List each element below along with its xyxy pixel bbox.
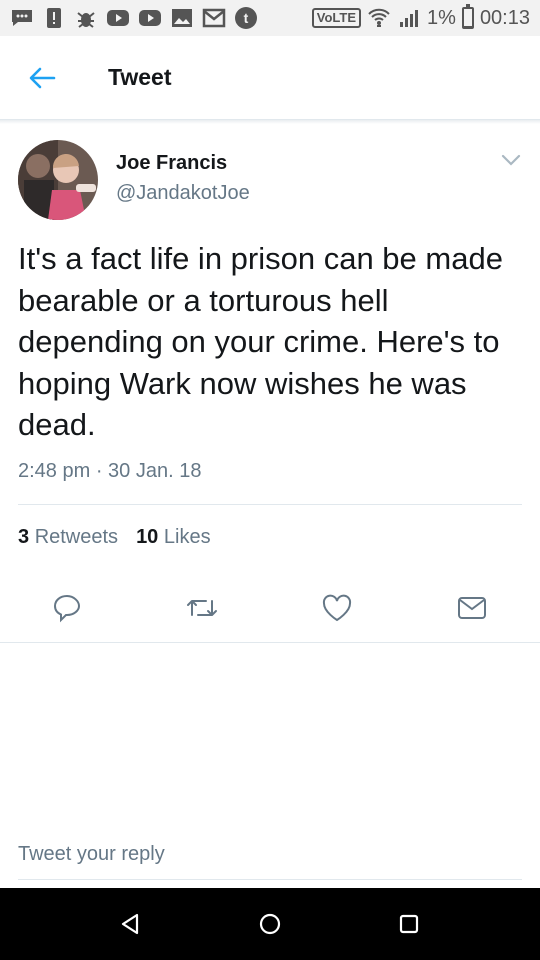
avatar[interactable]: [18, 140, 98, 220]
arrow-left-icon: [29, 67, 56, 88]
battery-level: [463, 26, 472, 27]
nav-back-button[interactable]: [112, 906, 148, 942]
battery-percent: 1%: [427, 6, 456, 29]
tweet-author: Joe Francis @JandakotJoe: [18, 140, 522, 224]
alert-icon: [42, 7, 66, 29]
nav-home-button[interactable]: [252, 906, 288, 942]
author-name[interactable]: Joe Francis: [116, 152, 227, 175]
volte-badge: VoLTE: [311, 8, 362, 28]
tumblr-icon: t: [234, 7, 258, 29]
youtube-icon: [106, 7, 130, 29]
retweet-icon: [187, 600, 217, 616]
gmail-icon: [202, 7, 226, 29]
retweets-stat[interactable]: 3 Retweets: [18, 526, 118, 549]
reply-button[interactable]: [44, 585, 90, 631]
likes-count: 10: [136, 526, 159, 548]
chevron-down-icon: [501, 154, 521, 166]
system-status: VoLTE 1% 00:13: [311, 4, 530, 30]
app-header: Tweet: [0, 36, 540, 120]
reply-box: [18, 838, 522, 880]
reply-icon: [53, 594, 81, 623]
reply-input[interactable]: [18, 838, 522, 870]
tweet-stats: 3 Retweets 10 Likes: [18, 526, 211, 549]
tweet-actions: [0, 585, 540, 631]
youtube-icon: [138, 7, 162, 29]
wifi-icon: [367, 7, 391, 29]
tweet-text: It's a fact life in prison can be made b…: [18, 241, 503, 442]
header-shadow: [0, 120, 540, 124]
envelope-icon: [458, 597, 486, 619]
status-bar: t VoLTE 1% 00:13: [0, 0, 540, 36]
actions-divider: [0, 642, 540, 643]
svg-text:t: t: [244, 10, 249, 26]
tweet-menu-button[interactable]: [500, 152, 522, 168]
back-button[interactable]: [0, 36, 84, 120]
likes-label: Likes: [163, 526, 211, 548]
navigation-bar: [0, 888, 540, 960]
notification-icons: t: [10, 7, 258, 29]
chat-icon: [10, 7, 34, 29]
tweet-timestamp: 2:48 pm · 30 Jan. 18: [18, 460, 202, 482]
circle-home-icon: [259, 913, 281, 935]
page-title: Tweet: [108, 64, 172, 90]
square-recents-icon: [399, 914, 419, 934]
clock: 00:13: [479, 6, 530, 29]
triangle-back-icon: [121, 913, 139, 935]
image-icon: [170, 7, 194, 29]
author-handle[interactable]: @JandakotJoe: [116, 182, 250, 205]
like-button[interactable]: [314, 585, 360, 631]
bug-icon: [74, 7, 98, 29]
battery-icon: [461, 4, 474, 29]
retweets-count: 3: [18, 526, 30, 548]
heart-icon: [322, 594, 352, 622]
nav-recents-button[interactable]: [391, 906, 427, 942]
retweets-label: Retweets: [34, 526, 119, 548]
share-button[interactable]: [449, 585, 495, 631]
divider: [18, 504, 522, 505]
retweet-button[interactable]: [179, 585, 225, 631]
signal-icon: [397, 7, 421, 29]
likes-stat[interactable]: 10 Likes: [136, 526, 211, 549]
